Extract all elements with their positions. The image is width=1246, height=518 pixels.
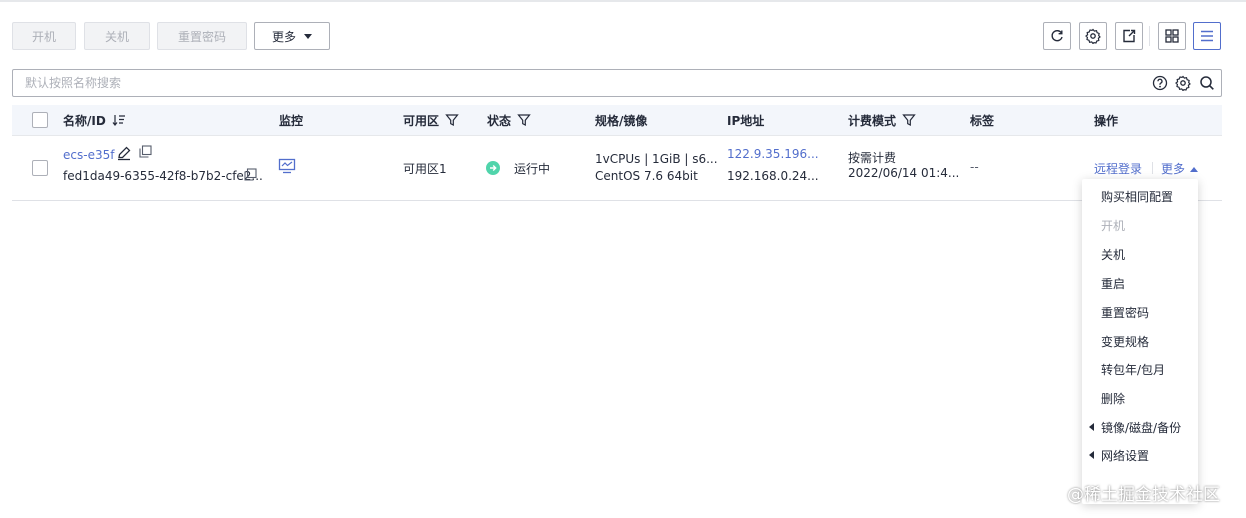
tags-value: -- (970, 160, 979, 174)
export-icon (1123, 29, 1136, 43)
billing-mode: 按需计费 (848, 151, 897, 165)
caret-up-icon (1190, 167, 1199, 172)
header-name-id[interactable]: 名称/ID (63, 105, 126, 135)
copy-icon[interactable] (139, 145, 152, 158)
public-ip: 122.9.35.196... (727, 147, 819, 161)
card-view-button[interactable] (1158, 22, 1186, 50)
list-view-button[interactable] (1193, 22, 1221, 50)
header-tags: 标签 (970, 113, 995, 128)
menu-item-buy-same-config[interactable]: 购买相同配置 (1082, 182, 1198, 210)
remote-login-link[interactable]: 远程登录 (1094, 160, 1142, 177)
filter-icon[interactable] (902, 113, 916, 127)
table-row: ecs-e35f fed1da49-6355-42f8-b7b2-cfe2...… (12, 135, 1222, 201)
menu-item-restart[interactable]: 重启 (1082, 269, 1198, 297)
reset-password-button[interactable]: 重置密码 (157, 22, 247, 50)
gear-icon (1085, 28, 1101, 44)
submenu-caret-icon (1089, 451, 1094, 459)
help-icon[interactable] (1151, 74, 1169, 92)
more-actions-button[interactable]: 更多 (254, 22, 330, 50)
settings-button[interactable] (1079, 22, 1107, 50)
header-monitor: 监控 (279, 113, 304, 128)
search-bar[interactable] (12, 69, 1222, 97)
menu-item-reset-password[interactable]: 重置密码 (1082, 298, 1198, 326)
search-input[interactable] (13, 70, 1143, 96)
row-more-label: 更多 (1161, 162, 1186, 176)
private-ip: 192.168.0.24... (727, 169, 819, 183)
billing-time: 2022/06/14 01:4... (848, 166, 960, 180)
monitor-icon[interactable] (278, 158, 296, 174)
status-text: 运行中 (514, 162, 551, 176)
search-icon[interactable] (1198, 74, 1216, 92)
header-ip: IP地址 (727, 113, 765, 128)
image-value: CentOS 7.6 64bit (595, 169, 698, 183)
select-all-checkbox[interactable] (32, 112, 48, 128)
search-settings-icon[interactable] (1174, 74, 1192, 92)
zone-value: 可用区1 (403, 162, 447, 176)
spec-value: 1vCPUs | 1GiB | s6... (595, 152, 718, 166)
table-header: 名称/ID 监控 可用区 状态 规格/镜像 IP地址 计费模式 标签 操作 (12, 105, 1222, 135)
top-border (0, 0, 1246, 2)
menu-item-image-disk-backup[interactable]: 镜像/磁盘/备份 (1082, 413, 1198, 441)
header-spec-image: 规格/镜像 (595, 113, 648, 128)
more-actions-label: 更多 (271, 29, 296, 44)
copy-icon[interactable] (244, 168, 257, 181)
running-status-icon (486, 161, 500, 175)
stop-button[interactable]: 关机 (84, 22, 150, 50)
header-zone: 可用区 (403, 105, 459, 135)
edit-icon[interactable] (116, 145, 132, 161)
menu-item-network-settings[interactable]: 网络设置 (1082, 441, 1198, 469)
menu-item-stop[interactable]: 关机 (1082, 240, 1198, 268)
row-more-button[interactable]: 更多 (1161, 160, 1199, 177)
filter-icon[interactable] (517, 113, 531, 127)
instance-name-link[interactable]: ecs-e35f (63, 148, 114, 162)
action-divider (1152, 162, 1153, 174)
header-billing: 计费模式 (848, 105, 916, 135)
refresh-button[interactable] (1043, 22, 1071, 50)
caret-down-icon (304, 33, 312, 39)
submenu-caret-icon (1089, 423, 1094, 431)
row-checkbox[interactable] (32, 160, 48, 176)
export-button[interactable] (1115, 22, 1143, 50)
toolbar-divider (1149, 26, 1150, 46)
instance-id: fed1da49-6355-42f8-b7b2-cfe2... (63, 169, 263, 183)
watermark: @稀土掘金技术社区 (1067, 485, 1220, 505)
grid-view-icon (1165, 29, 1179, 43)
menu-item-delete[interactable]: 删除 (1082, 384, 1198, 412)
menu-item-network-settings-label: 网络设置 (1101, 448, 1150, 463)
menu-item-convert-subscription[interactable]: 转包年/包月 (1082, 355, 1198, 383)
header-status: 状态 (487, 105, 531, 135)
filter-icon[interactable] (445, 113, 459, 127)
header-name-id-label: 名称/ID (63, 113, 106, 128)
menu-item-image-disk-backup-label: 镜像/磁盘/备份 (1101, 420, 1182, 435)
menu-item-start[interactable]: 开机 (1082, 211, 1198, 239)
menu-item-change-spec[interactable]: 变更规格 (1082, 327, 1198, 355)
start-button[interactable]: 开机 (12, 22, 76, 50)
sort-icon[interactable] (112, 113, 126, 127)
more-dropdown-menu: 购买相同配置 开机 关机 重启 重置密码 变更规格 转包年/包月 删除 镜像/磁… (1082, 179, 1198, 504)
list-view-icon (1201, 30, 1213, 42)
refresh-icon (1051, 30, 1063, 42)
header-actions: 操作 (1094, 113, 1119, 128)
